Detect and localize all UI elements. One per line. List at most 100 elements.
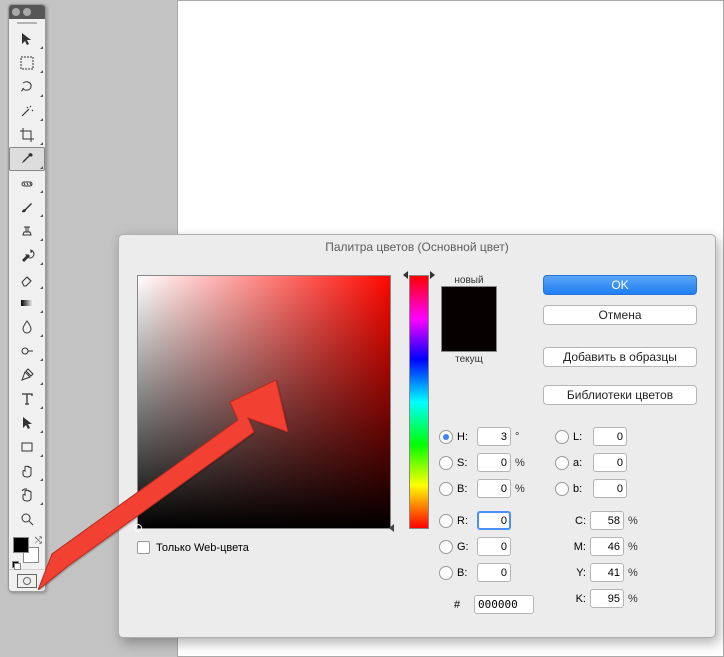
hue-label: H: [457, 431, 473, 443]
cyan-input[interactable] [590, 511, 624, 530]
cyan-suffix: % [628, 515, 640, 527]
color-field[interactable] [137, 275, 391, 529]
saturation-radio[interactable] [439, 456, 453, 470]
brightness-suffix: % [515, 483, 527, 495]
panel-grip[interactable] [9, 19, 45, 27]
eraser-tool[interactable] [9, 267, 45, 291]
web-colors-only-label: Только Web-цвета [156, 542, 249, 554]
yellow-label: Y: [568, 567, 586, 579]
a-channel-input[interactable] [593, 453, 627, 472]
yellow-suffix: % [628, 567, 640, 579]
foreground-color-swatch[interactable] [13, 537, 29, 553]
lasso-tool[interactable] [9, 75, 45, 99]
hex-label: # [454, 599, 470, 611]
hex-input[interactable] [474, 595, 534, 614]
a-channel-radio[interactable] [555, 456, 569, 470]
b-channel-row: b: [555, 479, 627, 498]
color-swatches[interactable]: ⤭ [9, 535, 45, 569]
add-to-swatches-button[interactable]: Добавить в образцы [543, 347, 697, 367]
pen-tool[interactable] [9, 363, 45, 387]
default-colors-icon[interactable] [12, 561, 20, 569]
green-row: G: [439, 537, 527, 556]
hue-slider-handle[interactable] [403, 271, 435, 281]
cancel-button[interactable]: Отмена [543, 305, 697, 325]
move-tool[interactable] [9, 27, 45, 51]
green-input[interactable] [477, 537, 511, 556]
blue-radio[interactable] [439, 566, 453, 580]
red-input[interactable] [477, 511, 511, 530]
preview-swatch[interactable] [441, 286, 497, 352]
red-label: R: [457, 515, 473, 527]
a-channel-row: a: [555, 453, 627, 472]
marquee-tool[interactable] [9, 51, 45, 75]
spot-healing-tool[interactable] [9, 171, 45, 195]
saturation-label: S: [457, 457, 473, 469]
cyan-row: C: % [568, 511, 640, 530]
clone-stamp-tool[interactable] [9, 219, 45, 243]
red-row: R: [439, 511, 527, 530]
hue-radio[interactable] [439, 430, 453, 444]
field-pointer-icon [389, 524, 394, 532]
color-libraries-button[interactable]: Библиотеки цветов [543, 385, 697, 405]
black-suffix: % [628, 593, 640, 605]
ok-button[interactable]: OK [543, 275, 697, 295]
lightness-radio[interactable] [555, 430, 569, 444]
blue-input[interactable] [477, 563, 511, 582]
color-picker-dialog: Палитра цветов (Основной цвет) новый тек… [118, 234, 716, 638]
type-tool[interactable] [9, 387, 45, 411]
current-color-label: текущ [441, 354, 497, 365]
blue-row: B: [439, 563, 527, 582]
hand-tool[interactable] [9, 459, 45, 483]
b-channel-input[interactable] [593, 479, 627, 498]
lightness-row: L: [555, 427, 627, 446]
green-radio[interactable] [439, 540, 453, 554]
gradient-tool[interactable] [9, 291, 45, 315]
path-selection-tool[interactable] [9, 411, 45, 435]
lightness-input[interactable] [593, 427, 627, 446]
crop-tool[interactable] [9, 123, 45, 147]
tools-panel: ⤭ [8, 4, 46, 592]
brightness-row: B: % [439, 479, 527, 498]
brightness-input[interactable] [477, 479, 511, 498]
black-label: K: [568, 593, 586, 605]
panel-traffic-lights [9, 5, 45, 19]
hue-slider[interactable] [409, 275, 429, 529]
color-preview: новый текущ [441, 275, 497, 365]
green-label: G: [457, 541, 473, 553]
red-radio[interactable] [439, 514, 453, 528]
quick-mask-toggle[interactable] [17, 574, 37, 588]
lightness-label: L: [573, 431, 589, 443]
magenta-input[interactable] [590, 537, 624, 556]
history-brush-tool[interactable] [9, 243, 45, 267]
magic-wand-tool[interactable] [9, 99, 45, 123]
brightness-radio[interactable] [439, 482, 453, 496]
blue-label: B: [457, 567, 473, 579]
brush-tool[interactable] [9, 195, 45, 219]
yellow-input[interactable] [590, 563, 624, 582]
web-colors-only-row: Только Web-цвета [137, 541, 249, 554]
rotate-view-tool[interactable] [9, 483, 45, 507]
b-channel-radio[interactable] [555, 482, 569, 496]
rectangle-tool[interactable] [9, 435, 45, 459]
a-channel-label: a: [573, 457, 589, 469]
saturation-row: S: % [439, 453, 527, 472]
color-field-cursor[interactable] [134, 524, 142, 532]
blur-tool[interactable] [9, 315, 45, 339]
magenta-row: M: % [568, 537, 640, 556]
b-channel-label: b: [573, 483, 589, 495]
black-input[interactable] [590, 589, 624, 608]
dialog-title: Палитра цветов (Основной цвет) [119, 235, 715, 259]
saturation-input[interactable] [477, 453, 511, 472]
magenta-suffix: % [628, 541, 640, 553]
hue-input[interactable] [477, 427, 511, 446]
saturation-suffix: % [515, 457, 527, 469]
swap-colors-icon[interactable]: ⤭ [35, 535, 42, 546]
hue-suffix: ° [515, 431, 527, 443]
cyan-label: C: [568, 515, 586, 527]
web-colors-only-checkbox[interactable] [137, 541, 150, 554]
new-color-label: новый [441, 275, 497, 286]
zoom-tool[interactable] [9, 507, 45, 531]
eyedropper-tool[interactable] [9, 147, 45, 171]
hex-row: # [454, 595, 534, 614]
dodge-tool[interactable] [9, 339, 45, 363]
